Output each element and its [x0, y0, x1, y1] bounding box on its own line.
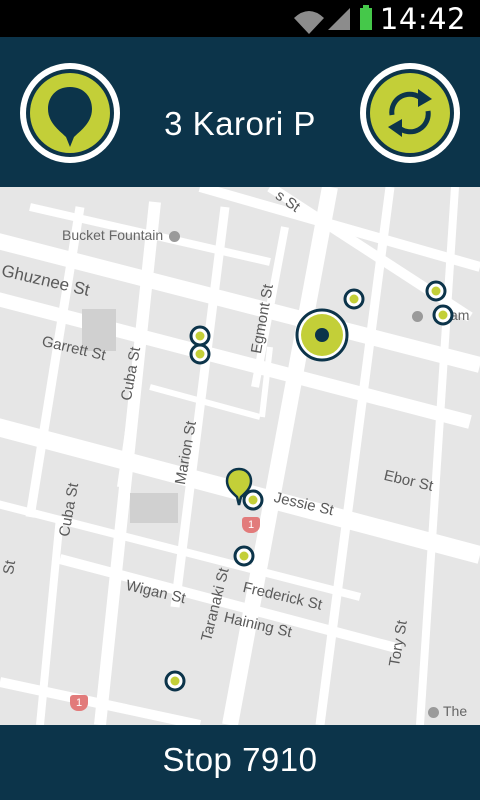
highway-shield-icon: 1 [242, 517, 260, 533]
poi-marker-icon [169, 230, 181, 242]
bus-stop-marker[interactable] [233, 545, 255, 567]
bottom-bar: Stop 7910 [0, 725, 480, 800]
bus-stop-marker[interactable] [189, 343, 211, 365]
status-time: 14:42 [379, 2, 466, 36]
map-roads [0, 187, 480, 725]
map-pin-button[interactable] [20, 63, 120, 163]
bus-stop-marker[interactable] [164, 670, 186, 692]
status-bar: 14:42 [0, 0, 480, 37]
map-view[interactable]: Ghuznee St Garrett St Cuba St Cuba St Ma… [0, 187, 480, 725]
stop-label: Stop 7910 [162, 741, 318, 778]
current-location-marker[interactable] [294, 307, 350, 363]
bus-stop-marker[interactable] [425, 280, 447, 302]
cell-signal-icon [328, 8, 350, 30]
highway-shield-icon: 1 [70, 695, 88, 711]
poi-label-bucket-fountain: Bucket Fountain [62, 227, 181, 243]
refresh-button-core [370, 73, 450, 153]
selected-stop-pin-icon[interactable] [224, 467, 254, 507]
map-pin-button-core [30, 73, 110, 153]
poi-label-the: The [428, 703, 467, 719]
street-label-partial-left: St [0, 559, 20, 576]
refresh-icon [388, 89, 432, 137]
map-block [130, 493, 178, 523]
bus-stop-marker[interactable] [432, 304, 454, 326]
header: 3 Karori P [0, 37, 480, 187]
refresh-button-ring [366, 69, 454, 157]
poi-name: Bucket Fountain [62, 227, 164, 243]
map-pin-button-ring [26, 69, 114, 157]
poi-name: The [443, 703, 468, 719]
refresh-button[interactable] [360, 63, 460, 163]
battery-icon [360, 5, 372, 30]
wifi-icon [294, 11, 324, 34]
poi-marker-icon [412, 310, 423, 322]
route-title: 3 Karori P [164, 105, 316, 142]
map-pin-icon [48, 87, 92, 147]
poi-marker-icon [428, 706, 439, 718]
